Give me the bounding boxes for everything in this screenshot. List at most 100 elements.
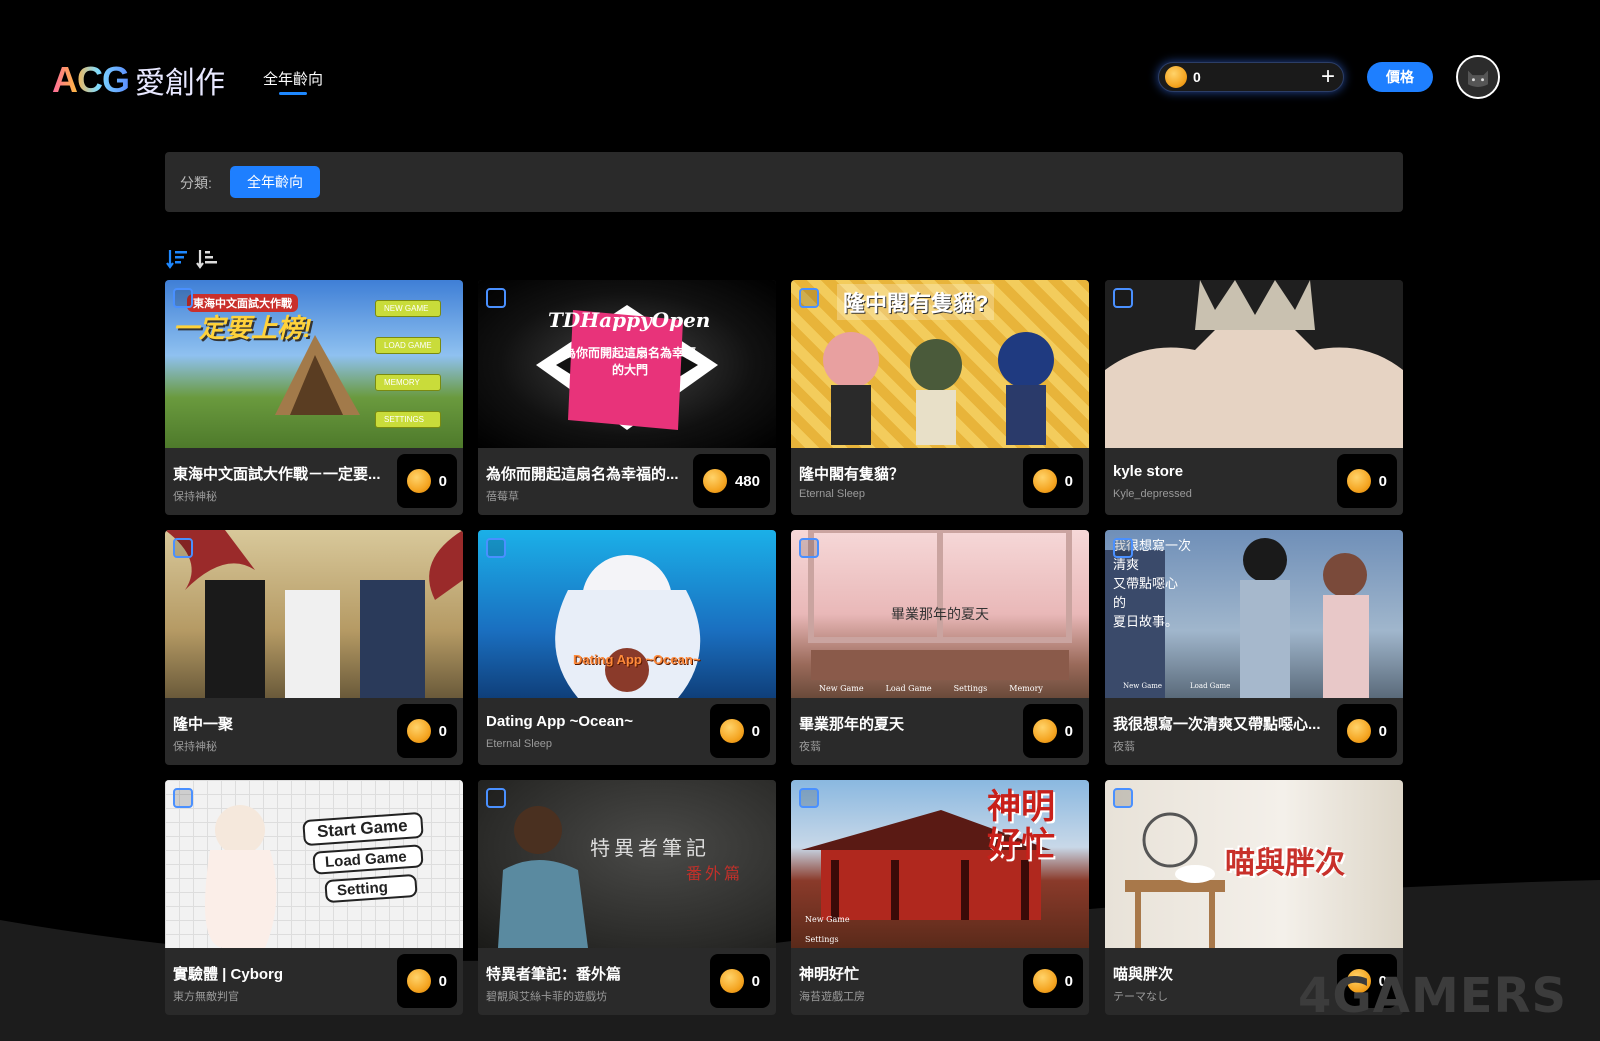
game-thumbnail: 畢業那年的夏天 New Game Load Game Settings Memo… bbox=[791, 530, 1089, 698]
price-value: 0 bbox=[438, 472, 447, 490]
select-checkbox[interactable] bbox=[799, 788, 819, 808]
price-pill: 0 bbox=[396, 454, 457, 508]
game-thumbnail: TDHappyOpen 為你而開起這扇名為幸福的大門 bbox=[478, 280, 776, 448]
price-pill: 0 bbox=[1336, 454, 1397, 508]
card-title: 神明好忙 bbox=[799, 966, 860, 983]
coin-count: 0 bbox=[1193, 69, 1201, 85]
price-value: 0 bbox=[751, 722, 760, 740]
card-title: 隆中閣有隻貓？ bbox=[799, 466, 905, 483]
card-author: 夜蓊 bbox=[799, 741, 821, 753]
card-title: 實驗體 | Cyborg bbox=[173, 966, 284, 983]
price-value: 0 bbox=[438, 972, 447, 990]
select-checkbox[interactable] bbox=[486, 538, 506, 558]
select-checkbox[interactable] bbox=[173, 538, 193, 558]
coin-icon bbox=[1032, 469, 1057, 493]
price-value: 480 bbox=[734, 472, 760, 490]
select-checkbox[interactable] bbox=[799, 288, 819, 308]
card-author: テーマなし bbox=[1113, 991, 1168, 1003]
watermark: 4GAMERS bbox=[1298, 968, 1568, 1024]
card-title: 為你而開起這扇名為幸福的... bbox=[486, 466, 679, 483]
select-checkbox[interactable] bbox=[486, 288, 506, 308]
sort-ascending-icon[interactable] bbox=[195, 247, 219, 271]
price-button[interactable]: 價格 bbox=[1367, 62, 1433, 92]
price-pill: 0 bbox=[709, 954, 770, 1008]
card-title: 畢業那年的夏天 bbox=[799, 716, 905, 733]
tab-all-ages[interactable]: 全年齡向 bbox=[263, 68, 323, 89]
game-thumbnail: 喵與胖次 bbox=[1105, 780, 1403, 948]
coin-balance: 0 + bbox=[1158, 62, 1344, 92]
select-checkbox[interactable] bbox=[173, 288, 193, 308]
card-author: 保持神秘 bbox=[173, 741, 217, 753]
thumb-title: Dating App ~Ocean~ bbox=[573, 652, 701, 667]
sort-descending-icon[interactable] bbox=[165, 247, 189, 271]
coin-icon bbox=[406, 469, 431, 493]
card-author: 海苔遊戲工房 bbox=[799, 991, 865, 1003]
game-card[interactable]: kyle store Kyle_depressed 0 bbox=[1105, 280, 1403, 515]
coin-icon bbox=[702, 469, 727, 493]
game-card[interactable]: TDHappyOpen 為你而開起這扇名為幸福的大門 為你而開起這扇名為幸福的.… bbox=[478, 280, 776, 515]
coin-icon bbox=[406, 969, 431, 993]
coin-icon bbox=[1346, 469, 1371, 493]
cat-avatar-icon bbox=[1458, 57, 1498, 97]
thumb-title: 一定要上榜! bbox=[173, 313, 312, 343]
price-pill: 480 bbox=[692, 454, 770, 508]
game-card[interactable]: 東海中文面試大作戰 一定要上榜! NEW GAME LOAD GAME MEMO… bbox=[165, 280, 463, 515]
thumb-menu: Start Game Load Game Setting bbox=[302, 811, 424, 904]
card-author: 東方無敵判官 bbox=[173, 991, 239, 1003]
tab-active-indicator bbox=[279, 92, 307, 95]
card-title: 東海中文面試大作戰－一定要... bbox=[173, 466, 381, 483]
card-author: Kyle_depressed bbox=[1113, 488, 1192, 500]
card-title: 特異者筆記：番外篇 bbox=[486, 966, 622, 983]
add-coin-button[interactable]: + bbox=[1321, 63, 1335, 91]
select-checkbox[interactable] bbox=[173, 788, 193, 808]
thumb-title: 喵與胖次 bbox=[1225, 847, 1345, 880]
price-value: 0 bbox=[1064, 472, 1073, 490]
game-card[interactable]: Start Game Load Game Setting 實驗體 | Cybor… bbox=[165, 780, 463, 1015]
price-value: 0 bbox=[1378, 472, 1387, 490]
game-thumbnail bbox=[165, 530, 463, 698]
price-pill: 0 bbox=[1336, 704, 1397, 758]
category-label: 分類: bbox=[180, 175, 212, 191]
thumb-menu: New Game Load Game bbox=[1123, 682, 1231, 690]
card-title: 我很想寫一次清爽又帶點噁心... bbox=[1113, 716, 1321, 733]
top-header: ACG 愛創作 全年齡向 0 + 價格 bbox=[0, 0, 1600, 150]
select-checkbox[interactable] bbox=[1113, 538, 1133, 558]
coin-icon bbox=[1032, 969, 1057, 993]
thumb-title: 隆中閣有隻貓? bbox=[837, 284, 995, 320]
select-checkbox[interactable] bbox=[1113, 788, 1133, 808]
site-logo[interactable]: ACG 愛創作 bbox=[52, 58, 225, 102]
price-value: 0 bbox=[751, 972, 760, 990]
game-card[interactable]: 神明好忙 New Game Settings 神明好忙 海苔遊戲工房 0 bbox=[791, 780, 1089, 1015]
coin-icon bbox=[719, 969, 744, 993]
game-thumbnail: 特異者筆記 番外篇 bbox=[478, 780, 776, 948]
card-title: 隆中一聚 bbox=[173, 716, 234, 733]
select-checkbox[interactable] bbox=[1113, 288, 1133, 308]
card-title: 喵與胖次 bbox=[1113, 966, 1174, 983]
game-thumbnail: 隆中閣有隻貓? bbox=[791, 280, 1089, 448]
game-thumbnail: Dating App ~Ocean~ bbox=[478, 530, 776, 698]
thumb-menu: New Game Settings bbox=[805, 915, 850, 944]
category-chip-all-ages[interactable]: 全年齡向 bbox=[230, 166, 320, 198]
select-checkbox[interactable] bbox=[799, 538, 819, 558]
price-value: 0 bbox=[438, 722, 447, 740]
game-card[interactable]: 我很想寫一次 清爽 又帶點噁心 的 夏日故事。 New Game Load Ga… bbox=[1105, 530, 1403, 765]
game-card[interactable]: Dating App ~Ocean~ Dating App ~Ocean~ Et… bbox=[478, 530, 776, 765]
thumb-title: 特異者筆記 bbox=[590, 838, 710, 860]
game-card[interactable]: 隆中一聚 保持神秘 0 bbox=[165, 530, 463, 765]
card-author: 碧靚與艾絲卡菲的遊戲坊 bbox=[486, 991, 607, 1003]
thumb-title: 神明好忙 bbox=[987, 788, 1055, 864]
game-card[interactable]: 特異者筆記 番外篇 特異者筆記：番外篇 碧靚與艾絲卡菲的遊戲坊 0 bbox=[478, 780, 776, 1015]
thumb-title: 畢業那年的夏天 bbox=[891, 606, 989, 622]
game-card[interactable]: 隆中閣有隻貓? 隆中閣有隻貓？ Eternal Sleep 0 bbox=[791, 280, 1089, 515]
coin-icon bbox=[719, 719, 744, 743]
coin-icon bbox=[406, 719, 431, 743]
game-thumbnail bbox=[1105, 280, 1403, 448]
select-checkbox[interactable] bbox=[486, 788, 506, 808]
price-pill: 0 bbox=[1022, 704, 1083, 758]
game-thumbnail: 神明好忙 New Game Settings bbox=[791, 780, 1089, 948]
user-avatar[interactable] bbox=[1456, 55, 1500, 99]
category-filter-bar: 分類: 全年齡向 bbox=[165, 152, 1403, 212]
game-card[interactable]: 畢業那年的夏天 New Game Load Game Settings Memo… bbox=[791, 530, 1089, 765]
mermaid-illustration bbox=[555, 555, 701, 698]
game-thumbnail: 我很想寫一次 清爽 又帶點噁心 的 夏日故事。 New Game Load Ga… bbox=[1105, 530, 1403, 698]
